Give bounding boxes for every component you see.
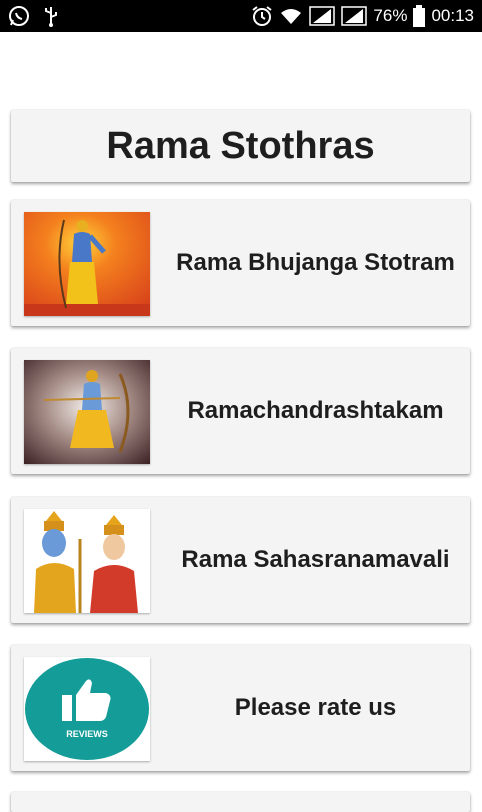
- rate-us-item[interactable]: REVIEWS Please rate us: [11, 645, 470, 771]
- item-label: Please rate us: [234, 694, 397, 721]
- item-label: Rama Sahasranamavali: [181, 546, 450, 573]
- list-item-partial[interactable]: [11, 792, 470, 812]
- list-item-rama-bhujanga-stotram[interactable]: Rama Bhujanga Stotram: [11, 200, 470, 326]
- usb-icon: [44, 5, 58, 27]
- clock: 00:13: [431, 6, 474, 25]
- list-item-rama-sahasranamavali[interactable]: Rama Sahasranamavali: [11, 497, 470, 623]
- alarm-icon: [251, 5, 273, 27]
- battery-percent: 76%: [373, 6, 408, 25]
- list-item-ramachandrashtakam[interactable]: Ramachandrashtakam: [11, 348, 470, 474]
- reviews-badge-text: REVIEWS: [66, 729, 108, 739]
- signal-icon: [309, 6, 336, 26]
- item-label: Ramachandrashtakam: [187, 397, 444, 424]
- status-bar: 76% 00:13: [0, 0, 482, 32]
- whatsapp-icon: [8, 5, 30, 27]
- reviews-thumbs-up-icon: REVIEWS: [24, 657, 150, 761]
- rama-image: [24, 212, 150, 316]
- page-title-card: Rama Stothras: [11, 110, 470, 182]
- item-label: Rama Bhujanga Stotram: [176, 249, 455, 276]
- wifi-icon: [279, 6, 303, 26]
- battery-icon: [413, 5, 426, 27]
- rama-bow-image: [24, 360, 150, 464]
- page-title: Rama Stothras: [106, 124, 375, 167]
- rama-sita-image: [24, 509, 150, 613]
- signal-icon: [341, 6, 368, 26]
